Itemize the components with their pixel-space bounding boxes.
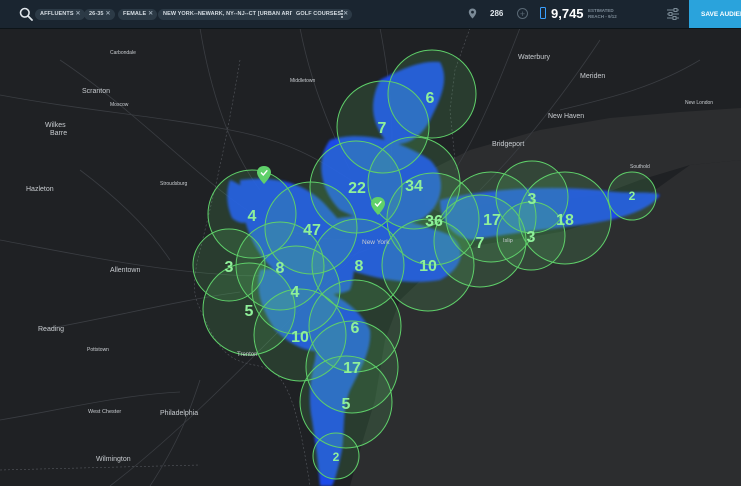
- cluster-count: 3: [527, 229, 536, 246]
- estimated-reach-value: 9,745: [551, 6, 584, 21]
- cluster-count: 7: [476, 235, 485, 252]
- place-label: Reading: [38, 326, 64, 333]
- cluster-count: 4: [291, 284, 300, 301]
- location-count: 286: [490, 9, 504, 18]
- cluster-count: 36: [425, 213, 443, 230]
- place-label: Moscow: [110, 102, 129, 108]
- cluster-count: 2: [333, 450, 340, 464]
- cluster-count: 3: [528, 191, 537, 208]
- filter-chip-gender[interactable]: FEMALE ✕: [118, 9, 158, 20]
- cluster-count: 8: [276, 260, 285, 277]
- place-label: New Haven: [548, 113, 584, 120]
- filter-chip-label: AFFLUENTS: [40, 11, 74, 17]
- filter-chip-urban-area[interactable]: NEW YORK--NEWARK, NY--NJ--CT [URBAN AREA…: [158, 9, 311, 20]
- cluster-count: 7: [378, 120, 387, 137]
- cluster-count: 17: [343, 360, 361, 377]
- map-pin-icon: [468, 8, 477, 19]
- cluster-count: 22: [348, 180, 366, 197]
- cluster-count: 34: [405, 178, 423, 195]
- place-label: Islip: [503, 238, 513, 244]
- cluster-count: 5: [245, 303, 254, 320]
- cluster-count: 2: [629, 189, 636, 203]
- phone-icon: [540, 7, 546, 19]
- filter-chip-label: GOLF COURSES: [296, 11, 342, 17]
- cluster-count: 5: [342, 396, 351, 413]
- filter-chip-label: FEMALE: [123, 11, 147, 17]
- estimated-reach-label: ESTIMATED REACH - 9/12: [588, 8, 617, 19]
- place-label: Scranton: [82, 88, 110, 95]
- place-label: Trenton: [237, 352, 257, 358]
- place-label: Meriden: [580, 73, 605, 80]
- cluster-count: 47: [303, 222, 321, 239]
- place-label: Bridgeport: [492, 141, 524, 148]
- top-filter-bar: AFFLUENTS ✕ 26-35 ✕ FEMALE ✕ NEW YORK--NEWA…: [0, 0, 741, 29]
- place-label-line: Barre: [50, 130, 67, 137]
- filter-chip-affluents[interactable]: AFFLUENTS ✕: [35, 9, 85, 20]
- cluster-count: 18: [556, 212, 574, 229]
- place-label: Allentown: [110, 267, 140, 274]
- cluster-count: 10: [419, 258, 437, 275]
- close-icon[interactable]: ✕: [148, 9, 153, 20]
- place-label: New York: [362, 239, 390, 246]
- search-icon[interactable]: [19, 7, 33, 21]
- cluster-count: 6: [426, 90, 435, 107]
- filter-chip-age[interactable]: 26-35 ✕: [84, 9, 115, 20]
- place-label: Philadelphia: [160, 410, 198, 417]
- add-icon[interactable]: +: [517, 8, 528, 19]
- filter-chip-label: 26-35: [89, 11, 104, 17]
- close-icon[interactable]: ✕: [105, 9, 110, 20]
- save-audience-button[interactable]: SAVE AUDIEN: [689, 0, 741, 28]
- cluster-count: 6: [351, 320, 360, 337]
- place-label: New London: [685, 100, 713, 106]
- cluster-count: 3: [225, 259, 234, 276]
- cluster-count: 4: [248, 208, 257, 225]
- map-canvas[interactable]: Waterbury Meriden New London New Haven B…: [0, 28, 741, 486]
- sliders-icon[interactable]: [666, 8, 680, 20]
- more-options-icon[interactable]: [340, 9, 344, 20]
- place-label-line: Wilkes: [45, 122, 66, 129]
- cluster-count: 17: [483, 212, 501, 229]
- cluster-count: 8: [355, 258, 364, 275]
- place-label: Waterbury: [518, 54, 551, 61]
- place-label: Hazleton: [26, 186, 54, 193]
- place-label: Pottstown: [87, 347, 109, 353]
- place-label: Carbondale: [110, 50, 136, 56]
- place-label: Stroudsburg: [160, 181, 187, 187]
- place-label: West Chester: [88, 409, 121, 415]
- cluster-count: 10: [291, 329, 309, 346]
- place-label: Middletown: [290, 78, 316, 84]
- place-label: Wilmington: [96, 456, 131, 463]
- filter-chip-label: NEW YORK--NEWARK, NY--NJ--CT [URBAN AREA…: [163, 11, 300, 17]
- place-label: Southold: [630, 164, 650, 170]
- close-icon[interactable]: ✕: [75, 9, 80, 20]
